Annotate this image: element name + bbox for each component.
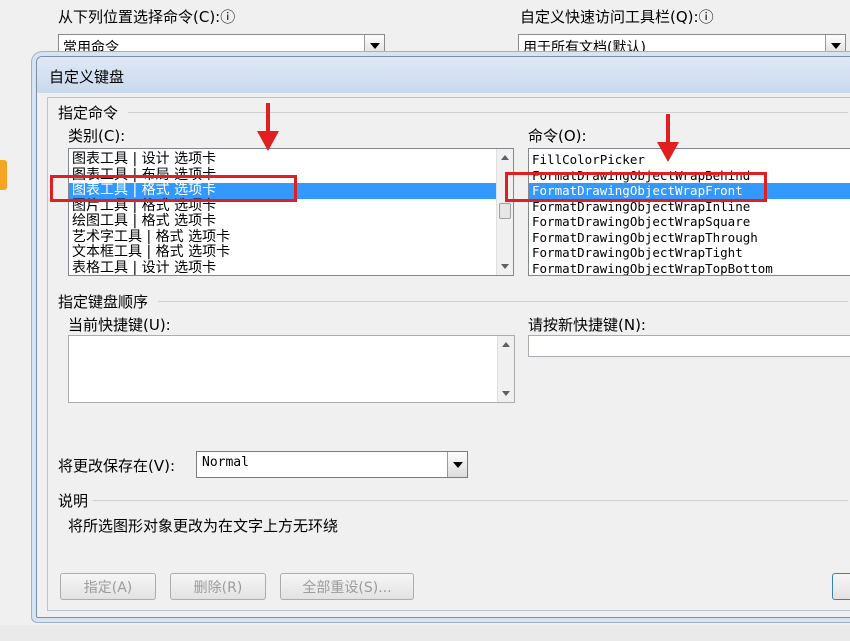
section-keys-header: 指定键盘顺序 <box>58 293 149 311</box>
commands-list[interactable]: FillColorPicker FormatDrawingObjectWrapB… <box>528 148 850 276</box>
divider <box>128 112 848 113</box>
list-item[interactable]: 文本框工具 | 格式 选项卡 <box>69 244 513 261</box>
assign-button[interactable]: 指定(A) <box>60 573 156 600</box>
current-keys-scrollbar[interactable] <box>497 336 514 402</box>
reset-all-button[interactable]: 全部重设(S)... <box>280 573 414 600</box>
categories-list[interactable]: 图表工具 | 设计 选项卡 图表工具 | 布局 选项卡 图表工具 | 格式 选项… <box>68 148 514 276</box>
remove-button[interactable]: 删除(R) <box>170 573 266 600</box>
scroll-up-icon[interactable] <box>502 342 510 347</box>
list-item[interactable]: 表格工具 | 设计 选项卡 <box>69 260 513 275</box>
from-location-label: 从下列位置选择命令(C):ⓘ <box>58 8 236 26</box>
from-location-combo[interactable]: 常用命令 <box>58 34 385 58</box>
list-item[interactable]: 艺术字工具 | 格式 选项卡 <box>69 229 513 246</box>
save-in-label: 将更改保存在(V): <box>58 457 176 475</box>
description-header: 说明 <box>58 492 89 510</box>
scroll-down-icon[interactable] <box>502 391 510 396</box>
divider <box>158 301 848 302</box>
list-item[interactable]: FormatDrawingObjectWrapTopBottom <box>529 261 850 276</box>
list-item[interactable]: FormatDrawingObjectWrapSquare <box>529 214 850 230</box>
annotation-highlight-box <box>50 175 297 202</box>
list-item[interactable]: 图表工具 | 设计 选项卡 <box>69 151 513 168</box>
chevron-down-icon[interactable] <box>825 35 845 57</box>
customize-keyboard-dialog: 自定义键盘 指定命令 类别(C): 图表工具 | 设计 选项卡 图表工具 | 布… <box>36 56 850 618</box>
chevron-down-icon[interactable] <box>447 452 467 477</box>
quick-access-label: 自定义快速访问工具栏(Q):ⓘ <box>520 8 714 26</box>
quick-access-value: 用于所有文档(默认) <box>523 40 646 56</box>
quick-access-combo[interactable]: 用于所有文档(默认) <box>518 34 846 58</box>
annotation-arrow-icon <box>257 103 279 151</box>
new-key-label: 请按新快捷键(N): <box>528 316 646 334</box>
annotation-arrow-icon <box>657 114 679 162</box>
list-item[interactable]: FormatDrawingObjectWrapThrough <box>529 230 850 246</box>
save-in-combo[interactable]: Normal <box>196 451 468 478</box>
background-bottom-strip <box>0 625 850 641</box>
scroll-thumb[interactable] <box>499 203 511 219</box>
new-key-input[interactable] <box>528 335 850 357</box>
section-commands-header: 指定命令 <box>58 104 119 122</box>
divider <box>93 500 848 501</box>
categories-label: 类别(C): <box>68 127 126 145</box>
side-tab <box>0 160 7 190</box>
categories-scrollbar[interactable] <box>496 149 513 275</box>
annotation-highlight-box <box>505 172 767 202</box>
scroll-up-icon[interactable] <box>501 155 509 160</box>
description-text: 将所选图形对象更改为在文字上方无环绕 <box>68 517 339 535</box>
save-in-value: Normal <box>202 455 249 470</box>
scroll-down-icon[interactable] <box>501 264 509 269</box>
list-item[interactable]: FormatDrawingObjectWrapTight <box>529 245 850 261</box>
titlebar: 自定义键盘 <box>37 57 850 93</box>
close-button[interactable] <box>832 573 850 600</box>
list-item[interactable]: FillColorPicker <box>529 152 850 168</box>
list-item[interactable]: 绘图工具 | 格式 选项卡 <box>69 213 513 230</box>
current-keys-label: 当前快捷键(U): <box>68 316 171 334</box>
chevron-down-icon[interactable] <box>364 35 384 57</box>
commands-label: 命令(O): <box>528 127 587 145</box>
dialog-title: 自定义键盘 <box>49 68 125 86</box>
from-location-value: 常用命令 <box>63 40 119 56</box>
current-keys-list[interactable] <box>68 335 515 403</box>
